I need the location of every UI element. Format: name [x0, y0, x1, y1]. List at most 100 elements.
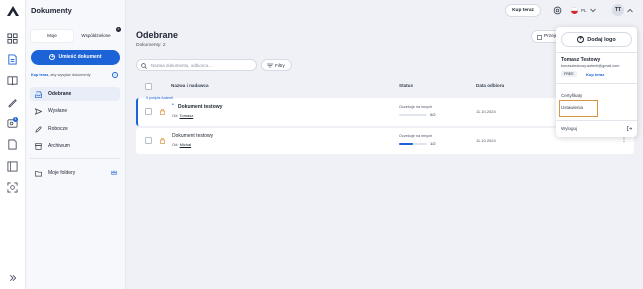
- filter-icon: [267, 63, 273, 68]
- folder-icon: [35, 170, 42, 176]
- add-logo-button[interactable]: + Dodaj logo: [561, 32, 632, 47]
- user-menu-dropdown: + Dodaj logo Tomasz Testowy tomasztestowy…: [556, 27, 637, 137]
- document-name[interactable]: Dokument testowy: [178, 104, 222, 110]
- buy-now-link[interactable]: Kup teraz: [31, 73, 48, 77]
- unread-dot-icon: •: [172, 102, 174, 108]
- book-icon[interactable]: [7, 75, 18, 86]
- documents-count: Dokumenty: 2: [136, 43, 166, 48]
- rail-notification-badge: 4: [13, 117, 18, 122]
- tab-mine[interactable]: Moje: [31, 30, 73, 42]
- sidebar-tabs: Moje Współdzielone: [31, 30, 119, 42]
- buy-now-button[interactable]: Kup teraz: [505, 4, 541, 17]
- document-icon: [537, 34, 542, 40]
- dashboard-icon[interactable]: [7, 33, 18, 44]
- send-icon: [35, 107, 42, 115]
- plan-badge: FREE: [561, 71, 577, 77]
- signature-count: 0/2: [430, 112, 436, 117]
- lock-icon: [160, 137, 165, 144]
- filters-button[interactable]: Filtry: [261, 59, 292, 71]
- row-checkbox[interactable]: [145, 137, 152, 144]
- buy-note-text: , aby wysyłać dokumenty: [48, 73, 91, 77]
- chevron-up-icon[interactable]: [627, 8, 633, 13]
- received-date: 11.10.2024: [476, 138, 496, 143]
- signature-icon[interactable]: [7, 97, 18, 108]
- sidebar-item-received[interactable]: Odebrane: [30, 87, 120, 101]
- sidebar-item-label: Wysłane: [48, 108, 68, 114]
- sidebar-title: Dokumenty: [31, 6, 72, 15]
- autenti-logo: [7, 6, 19, 16]
- sender-name[interactable]: Tomasz: [180, 113, 194, 118]
- crown-icon: [111, 170, 117, 175]
- menu-divider: [556, 120, 637, 121]
- signing-progress-fill: [399, 143, 413, 145]
- menu-item-certificates[interactable]: Certyfikaty: [561, 93, 582, 98]
- documents-icon[interactable]: [7, 54, 18, 65]
- tab-badge: 0: [116, 27, 121, 32]
- user-email: tomasztestowy.autenti@gmail.com: [561, 64, 620, 68]
- signing-progress: [399, 143, 427, 145]
- plus-circle-icon: +: [49, 53, 56, 60]
- info-icon[interactable]: i: [112, 72, 118, 78]
- row-checkbox[interactable]: [145, 108, 152, 115]
- plus-circle-icon: +: [577, 36, 585, 44]
- sidebar-item-sent[interactable]: Wysłane: [30, 104, 120, 118]
- filters-label: Filtry: [275, 63, 285, 68]
- column-header-name[interactable]: Nazwa i nadawca: [171, 83, 209, 88]
- pencil-icon: [35, 125, 42, 133]
- buy-note: Kup teraz, aby wysyłać dokumenty: [31, 73, 91, 77]
- scan-icon[interactable]: [7, 182, 18, 193]
- settings-icon[interactable]: [553, 6, 562, 15]
- sender-prefix: Od:: [172, 113, 179, 118]
- buy-now-link[interactable]: Kup teraz: [586, 72, 604, 77]
- menu-divider: [556, 83, 637, 84]
- search-icon: [141, 62, 147, 69]
- document-sender: Od: Tomasz: [172, 113, 193, 118]
- search-placeholder: Nazwa dokumentu, odbiorca...: [151, 63, 212, 68]
- avatar[interactable]: TT: [612, 4, 624, 16]
- tab-shared[interactable]: Współdzielone: [73, 30, 119, 42]
- expand-sidebar-icon[interactable]: [9, 274, 17, 282]
- page-title: Odebrane: [136, 30, 179, 40]
- add-logo-label: Dodaj logo: [587, 37, 616, 43]
- plan-label: FREE: [564, 72, 574, 76]
- select-all-checkbox[interactable]: [145, 83, 152, 90]
- document-status: Oczekuje na innych: [399, 105, 433, 109]
- sidebar-item-label: Robocze: [48, 126, 68, 132]
- inbox-icon: [35, 91, 42, 98]
- lock-icon: [160, 108, 165, 115]
- sidebar-divider: [30, 158, 120, 159]
- sidebar-item-archive[interactable]: Archiwum: [30, 139, 120, 153]
- sidebar-item-drafts[interactable]: Robocze: [30, 122, 120, 136]
- sidebar-item-label: Odebrane: [48, 91, 72, 97]
- documents-sidebar: Dokumenty Moje Współdzielone 0 + Umieść d…: [26, 0, 126, 289]
- column-header-status[interactable]: Status: [399, 83, 413, 88]
- settings-highlight-box: [559, 100, 598, 117]
- reports-icon[interactable]: [7, 161, 18, 172]
- language-label[interactable]: PL: [581, 8, 587, 13]
- upload-document-button[interactable]: + Umieść dokument: [31, 50, 120, 65]
- document-sender: Od: Michał: [172, 142, 191, 147]
- menu-item-logout[interactable]: Wyloguj: [561, 126, 577, 131]
- signing-progress: [399, 114, 427, 116]
- sidebar-item-my-folders[interactable]: Moje foldery: [30, 166, 120, 180]
- logout-icon: [627, 126, 632, 131]
- search-input[interactable]: Nazwa dokumentu, odbiorca...: [136, 59, 257, 71]
- menu-divider: [556, 52, 637, 53]
- user-name: Tomasz Testowy: [561, 57, 601, 63]
- sidebar-item-label: Archiwum: [48, 143, 70, 149]
- chevron-down-icon[interactable]: [590, 8, 596, 13]
- signature-count: 1/2: [430, 141, 436, 146]
- signature-type-badge: 0 podpis Autenti: [146, 96, 174, 100]
- received-date: 11.10.2024: [476, 109, 496, 114]
- archive-icon: [35, 142, 42, 150]
- upload-label: Umieść dokument: [58, 54, 102, 60]
- sidebar-item-label: Moje foldery: [48, 170, 76, 176]
- more-options-icon[interactable]: ⋮: [621, 137, 627, 143]
- document-name[interactable]: Dokument testowy: [172, 133, 213, 139]
- icon-rail: 4: [0, 0, 26, 289]
- sender-name[interactable]: Michał: [180, 142, 192, 147]
- template-icon[interactable]: [7, 139, 18, 150]
- sender-prefix: Od:: [172, 142, 179, 147]
- column-header-date[interactable]: Data odbioru: [476, 83, 504, 88]
- poland-flag-icon: [571, 7, 578, 14]
